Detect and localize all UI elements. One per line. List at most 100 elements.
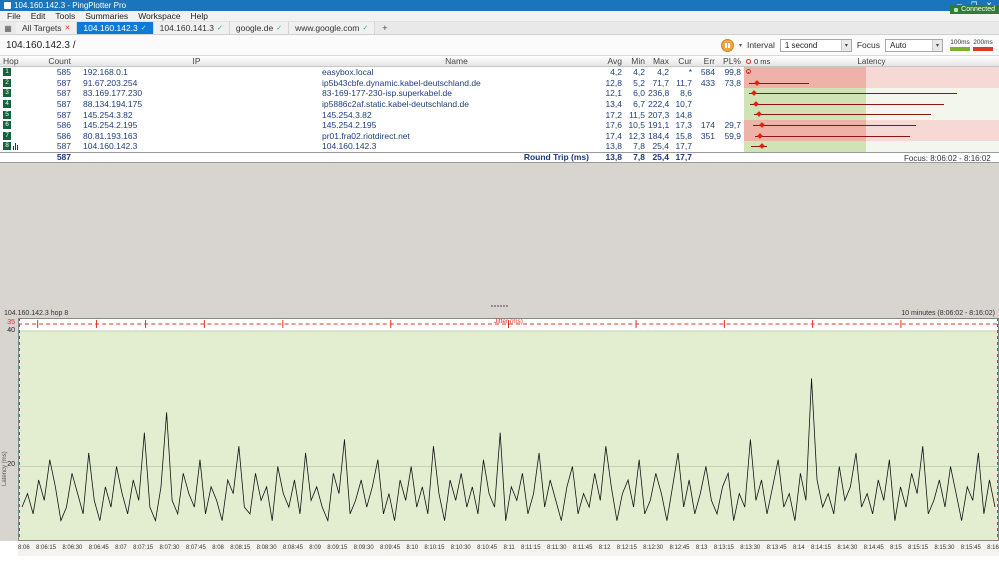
legend-color-bar <box>973 47 993 51</box>
legend-chip: 100ms <box>950 39 970 51</box>
check-icon: ✓ <box>276 24 282 32</box>
col-max[interactable]: Max <box>648 56 672 66</box>
pl-cell: 59,9 <box>718 131 744 141</box>
timeline-y-axis: 35 40 20 Latency (ms) <box>0 318 18 541</box>
count-cell: 587 <box>28 88 75 98</box>
x-tick-label: 8:08:15 <box>230 545 250 551</box>
hop-number-badge: 4 <box>3 100 11 108</box>
ip-cell: 83.169.177.230 <box>75 88 318 98</box>
menu-item-tools[interactable]: Tools <box>50 11 80 21</box>
x-tick-label: 8:10:15 <box>424 545 444 551</box>
target-breadcrumb[interactable]: 104.160.142.3 / <box>6 40 76 51</box>
latency-band-far <box>866 78 999 89</box>
trace-row-hop-5[interactable]: 5587145.254.3.82145.254.3.8217,211,5207,… <box>0 109 999 120</box>
name-cell: 145.254.3.82 <box>318 110 595 120</box>
legend-label: 200ms <box>973 39 993 46</box>
tab-google-de[interactable]: google.de✓ <box>230 22 289 34</box>
timeline-range-label: 10 minutes (8:06:02 - 8:16:02) <box>901 310 995 317</box>
col-hop[interactable]: Hop <box>0 56 28 66</box>
new-target-tab-button[interactable]: + <box>375 22 394 34</box>
col-pl[interactable]: PL% <box>718 56 744 66</box>
menu-item-edit[interactable]: Edit <box>26 11 51 21</box>
summary-min: 7,8 <box>625 152 648 162</box>
interval-select[interactable]: 1 second ▾ <box>780 39 852 52</box>
trace-row-hop-8[interactable]: 8587104.160.142.3104.160.142.313,87,825,… <box>0 141 999 152</box>
hop-cell: 4 <box>0 100 28 108</box>
menu-item-file[interactable]: File <box>2 11 26 21</box>
x-tick-label: 8:07:30 <box>159 545 179 551</box>
col-name[interactable]: Name <box>318 56 595 66</box>
timeline-plot[interactable]: Jitter (ms) <box>18 318 999 541</box>
col-cur[interactable]: Cur <box>672 56 695 66</box>
tab-label: google.de <box>236 23 273 33</box>
x-tick-label: 8:15:30 <box>934 545 954 551</box>
grid-view-icon[interactable]: ▦ <box>0 22 16 34</box>
x-tick-label: 8:10:30 <box>451 545 471 551</box>
min-cell: 6,0 <box>625 88 648 98</box>
col-min[interactable]: Min <box>625 56 648 66</box>
hop-number-badge: 2 <box>3 79 11 87</box>
jitter-label: Jitter (ms) <box>18 318 999 325</box>
latency-band-far <box>866 67 999 78</box>
avg-cell: 17,4 <box>595 131 625 141</box>
tab-www-google-com[interactable]: www.google.com✓ <box>289 22 375 34</box>
col-count[interactable]: Count <box>28 56 75 66</box>
trace-row-hop-2[interactable]: 258791.67.203.254ip5b43cbfe.dynamic.kabe… <box>0 78 999 89</box>
hop-number-badge: 5 <box>3 111 11 119</box>
menu-item-workspace[interactable]: Workspace <box>133 11 185 21</box>
min-cell: 12,3 <box>625 131 648 141</box>
legend-color-bar <box>950 47 970 51</box>
ip-cell: 91.67.203.254 <box>75 78 318 88</box>
trace-row-hop-3[interactable]: 358783.169.177.23083-169-177-230-isp.sup… <box>0 88 999 99</box>
tab-104-160-141-3[interactable]: 104.160.141.3✓ <box>154 22 230 34</box>
x-tick-label: 8:11:30 <box>547 545 567 551</box>
cur-cell: 8,6 <box>672 88 695 98</box>
x-tick-label: 8:12:30 <box>643 545 663 551</box>
focus-value: Auto <box>890 41 906 50</box>
pause-trace-button[interactable] <box>721 39 734 52</box>
check-icon: ✓ <box>141 24 147 32</box>
tab-104-160-142-3[interactable]: 104.160.142.3 ✓ <box>77 22 153 34</box>
count-cell: 587 <box>28 78 75 88</box>
round-trip-row: 587 Round Trip (ms) 13,8 7,8 25,4 17,7 F… <box>0 152 999 163</box>
tab-close-icon[interactable]: ✕ <box>65 24 71 32</box>
menu-item-summaries[interactable]: Summaries <box>80 11 133 21</box>
splitter-handle[interactable] <box>491 303 509 309</box>
trace-row-hop-1[interactable]: 1585192.168.0.1easybox.local4,24,24,2*58… <box>0 67 999 78</box>
col-latency: 0 ms Latency <box>744 56 999 66</box>
menu-item-help[interactable]: Help <box>186 11 213 21</box>
avg-cell: 17,6 <box>595 120 625 130</box>
pl-cell: 29,7 <box>718 120 744 130</box>
check-icon: ✓ <box>362 24 368 32</box>
latency-range-whisker <box>754 114 930 115</box>
col-err[interactable]: Err <box>695 56 718 66</box>
latency-header-label: Latency <box>744 57 999 66</box>
trace-menu-chevron-icon[interactable]: ▾ <box>739 42 742 49</box>
pingplotter-window: 104.160.142.3 - PingPlotter Pro ─ ❐ ✕ Co… <box>0 0 999 571</box>
avg-cell: 13,8 <box>595 141 625 151</box>
count-cell: 587 <box>28 110 75 120</box>
count-cell: 586 <box>28 131 75 141</box>
latency-cell <box>744 67 999 78</box>
trace-row-hop-7[interactable]: 758680.81.193.163pr01.fra02.riotdirect.n… <box>0 131 999 142</box>
legend-chip: 200ms <box>973 39 993 51</box>
err-cell: 351 <box>695 131 718 141</box>
trace-row-hop-6[interactable]: 6586145.254.2.195145.254.2.19517,610,519… <box>0 120 999 131</box>
focus-select[interactable]: Auto ▾ <box>885 39 943 52</box>
hop-cell: 3 <box>0 89 28 97</box>
hop-cell: 5 <box>0 111 28 119</box>
tab-all-targets[interactable]: All Targets ✕ <box>16 22 77 34</box>
count-cell: 587 <box>28 99 75 109</box>
tab-label: 104.160.142.3 <box>83 23 137 33</box>
plug-icon <box>954 8 958 12</box>
col-ip[interactable]: IP <box>75 56 318 66</box>
trace-row-hop-4[interactable]: 458788.134.194.175ip5886c2af.static.kabe… <box>0 99 999 110</box>
x-tick-label: 8:10:45 <box>477 545 497 551</box>
hop-cell: 8 <box>0 142 28 150</box>
max-cell: 184,4 <box>648 131 672 141</box>
col-avg[interactable]: Avg <box>595 56 625 66</box>
timeline-focus-icon <box>13 143 18 150</box>
count-cell: 587 <box>28 141 75 151</box>
latency-cell <box>744 78 999 89</box>
x-tick-label: 8:11 <box>503 545 514 551</box>
